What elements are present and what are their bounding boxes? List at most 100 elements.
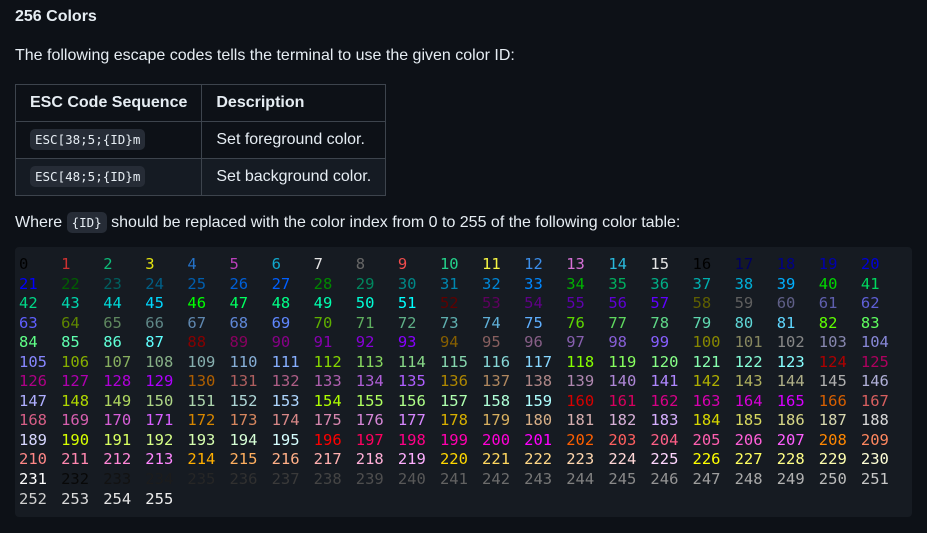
esc-code: ESC[48;5;{ID}m xyxy=(30,166,146,187)
color-index-205: 205 xyxy=(692,430,721,449)
color-index-214: 214 xyxy=(187,450,216,469)
color-index-109: 109 xyxy=(187,352,216,371)
color-index-91: 91 xyxy=(313,333,333,352)
color-index-107: 107 xyxy=(103,352,132,371)
color-index-129: 129 xyxy=(145,372,174,391)
color-index-19: 19 xyxy=(818,255,838,273)
color-index-8: 8 xyxy=(355,255,366,273)
color-index-69: 69 xyxy=(271,313,291,332)
color-index-80: 80 xyxy=(734,313,754,332)
color-index-94: 94 xyxy=(439,333,459,352)
color-index-9: 9 xyxy=(397,255,408,273)
color-index-125: 125 xyxy=(860,352,889,371)
color-index-26: 26 xyxy=(229,274,249,293)
color-index-48: 48 xyxy=(271,294,291,313)
color-index-68: 68 xyxy=(229,313,249,332)
color-index-155: 155 xyxy=(355,391,384,410)
color-index-25: 25 xyxy=(187,274,207,293)
color-index-102: 102 xyxy=(776,333,805,352)
color-index-245: 245 xyxy=(608,470,637,489)
color-index-190: 190 xyxy=(61,430,90,449)
color-index-182: 182 xyxy=(608,411,637,430)
color-index-35: 35 xyxy=(608,274,627,293)
color-index-132: 132 xyxy=(271,372,300,391)
color-index-1: 1 xyxy=(61,255,71,273)
color-index-167: 167 xyxy=(860,391,889,410)
color-index-200: 200 xyxy=(482,430,511,449)
color-index-51: 51 xyxy=(397,294,417,313)
color-index-209: 209 xyxy=(860,430,889,449)
color-index-16: 16 xyxy=(692,255,712,273)
color-index-206: 206 xyxy=(734,430,763,449)
color-index-17: 17 xyxy=(734,255,754,273)
color-index-154: 154 xyxy=(313,391,342,410)
color-index-74: 74 xyxy=(482,313,501,332)
color-index-180: 180 xyxy=(524,411,553,430)
color-index-211: 211 xyxy=(61,450,90,469)
color-index-181: 181 xyxy=(566,411,595,430)
color-index-201: 201 xyxy=(524,430,553,449)
color-index-84: 84 xyxy=(19,333,38,352)
color-index-233: 233 xyxy=(103,470,132,489)
color-index-0: 0 xyxy=(19,255,29,273)
color-index-141: 141 xyxy=(650,372,679,391)
id-placeholder-code: {ID} xyxy=(66,212,107,233)
color-index-171: 171 xyxy=(145,411,174,430)
description-cell: Set background color. xyxy=(201,158,387,196)
color-index-143: 143 xyxy=(734,372,763,391)
color-index-199: 199 xyxy=(439,430,468,449)
color-index-105: 105 xyxy=(19,352,47,371)
color-index-56: 56 xyxy=(608,294,627,313)
esc-code: ESC[38;5;{ID}m xyxy=(30,129,146,150)
color-index-101: 101 xyxy=(734,333,763,352)
section-heading: 256 Colors xyxy=(15,8,97,25)
color-index-237: 237 xyxy=(271,470,300,489)
color-index-228: 228 xyxy=(776,450,805,469)
color-index-156: 156 xyxy=(397,391,426,410)
color-index-196: 196 xyxy=(313,430,342,449)
color-index-114: 114 xyxy=(397,352,426,371)
color-index-221: 221 xyxy=(482,450,511,469)
color-index-193: 193 xyxy=(187,430,216,449)
color-index-14: 14 xyxy=(608,255,627,273)
escape-code-table: ESC Code Sequence Description ESC[38;5;{… xyxy=(14,84,387,196)
color-index-241: 241 xyxy=(439,470,468,489)
color-index-22: 22 xyxy=(61,274,80,293)
color-index-137: 137 xyxy=(482,372,511,391)
color-index-146: 146 xyxy=(860,372,889,391)
color-index-124: 124 xyxy=(818,352,847,371)
color-index-112: 112 xyxy=(313,352,342,371)
color-index-215: 215 xyxy=(229,450,258,469)
color-index-57: 57 xyxy=(650,294,670,313)
color-index-28: 28 xyxy=(313,274,333,293)
color-index-10: 10 xyxy=(439,255,459,273)
header-esc-code: ESC Code Sequence xyxy=(14,84,203,122)
color-index-71: 71 xyxy=(355,313,375,332)
color-index-67: 67 xyxy=(187,313,207,332)
color-index-72: 72 xyxy=(397,313,417,332)
color-index-70: 70 xyxy=(313,313,333,332)
color-index-93: 93 xyxy=(397,333,417,352)
color-index-255: 255 xyxy=(145,489,174,508)
color-index-134: 134 xyxy=(355,372,384,391)
color-index-104: 104 xyxy=(860,333,889,352)
color-index-216: 216 xyxy=(271,450,300,469)
color-index-96: 96 xyxy=(524,333,543,352)
color-index-77: 77 xyxy=(608,313,627,332)
color-index-150: 150 xyxy=(145,391,174,410)
where-text: Where {ID} should be replaced with the c… xyxy=(15,212,680,233)
color-index-95: 95 xyxy=(482,333,501,352)
color-index-58: 58 xyxy=(692,294,712,313)
color-index-174: 174 xyxy=(271,411,300,430)
color-index-226: 226 xyxy=(692,450,721,469)
color-index-127: 127 xyxy=(61,372,90,391)
color-index-198: 198 xyxy=(397,430,426,449)
color-index-34: 34 xyxy=(566,274,585,293)
code-cell: ESC[48;5;{ID}m xyxy=(14,158,203,196)
color-index-176: 176 xyxy=(355,411,384,430)
color-index-253: 253 xyxy=(61,489,90,508)
color-index-203: 203 xyxy=(608,430,637,449)
color-index-213: 213 xyxy=(145,450,174,469)
color-index-195: 195 xyxy=(271,430,300,449)
color-index-142: 142 xyxy=(692,372,721,391)
